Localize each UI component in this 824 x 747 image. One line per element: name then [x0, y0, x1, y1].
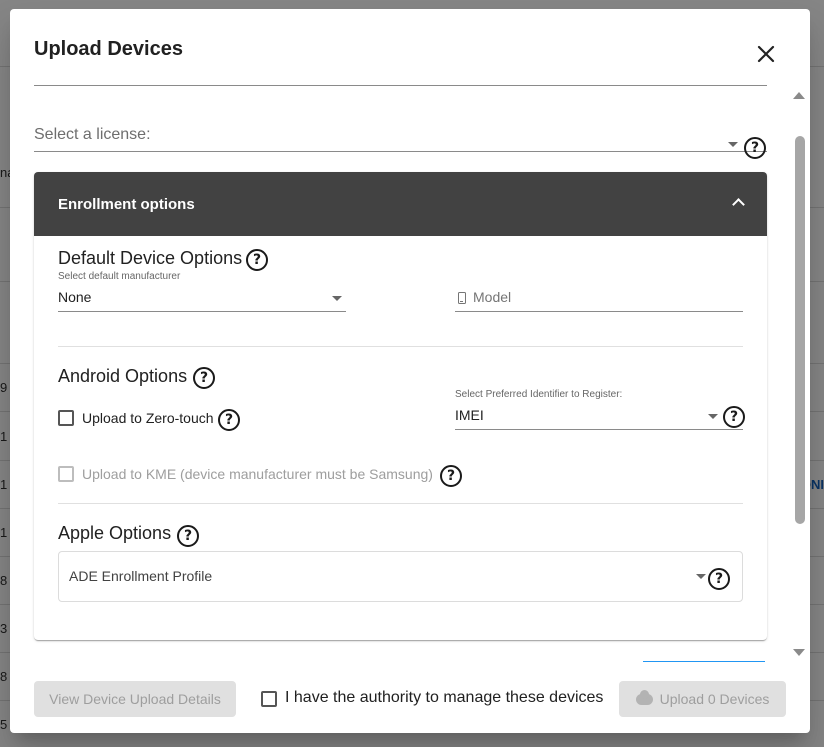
zero-touch-label[interactable]: Upload to Zero-touch: [82, 410, 214, 426]
help-circle-icon[interactable]: ?: [723, 406, 745, 428]
chevron-down-icon: [708, 414, 718, 419]
identifier-label: Select Preferred Identifier to Register:: [455, 389, 623, 400]
scroll-down-arrow[interactable]: [793, 649, 805, 656]
close-icon: [757, 45, 775, 63]
view-device-upload-details-button[interactable]: View Device Upload Details: [34, 681, 236, 717]
partially-hidden-element: [643, 661, 765, 664]
enrollment-options-header[interactable]: Enrollment options: [34, 172, 767, 236]
section-divider: [58, 346, 743, 347]
phone-icon: [458, 292, 466, 304]
dialog-title: Upload Devices: [34, 38, 183, 60]
chevron-down-icon: [332, 296, 342, 301]
kme-label: Upload to KME (device manufacturer must …: [82, 466, 433, 482]
help-circle-icon[interactable]: ?: [708, 568, 730, 590]
identifier-value: IMEI: [455, 407, 484, 423]
cloud-upload-icon: [635, 690, 653, 705]
identifier-underline: [455, 429, 743, 430]
authority-label[interactable]: I have the authority to manage these dev…: [285, 689, 603, 707]
upload-devices-button[interactable]: Upload 0 Devices: [619, 681, 786, 717]
android-options-title: Android Options: [58, 366, 188, 386]
help-circle-icon[interactable]: ?: [218, 409, 240, 431]
license-label: Select a license:: [34, 126, 151, 143]
close-button[interactable]: [754, 42, 778, 66]
help-circle-icon[interactable]: ?: [177, 525, 199, 547]
license-underline: [34, 151, 767, 152]
section-divider: [58, 503, 743, 504]
upload-devices-dialog: Upload Devices Select a license: ? Enrol…: [10, 9, 810, 733]
manufacturer-value: None: [58, 289, 92, 305]
ade-profile-select[interactable]: ADE Enrollment Profile: [58, 551, 743, 602]
apple-options-title: Apple Options: [58, 523, 172, 543]
ade-placeholder: ADE Enrollment Profile: [69, 568, 213, 584]
default-device-options-title: Default Device Options: [58, 248, 243, 268]
help-circle-icon[interactable]: ?: [193, 367, 215, 389]
help-circle-icon[interactable]: ?: [246, 249, 268, 271]
chevron-down-icon: [696, 574, 706, 579]
chevron-up-icon: [732, 198, 745, 211]
chevron-down-icon: [728, 142, 738, 147]
authority-checkbox[interactable]: [261, 691, 277, 707]
manufacturer-label: Select default manufacturer: [58, 271, 181, 282]
upload-button-label: Upload 0 Devices: [659, 691, 770, 707]
help-circle-icon[interactable]: ?: [440, 465, 462, 487]
kme-checkbox: [58, 466, 74, 482]
model-underline: [455, 311, 743, 312]
model-placeholder: Model: [473, 289, 512, 305]
scrollbar-thumb[interactable]: [795, 136, 805, 524]
title-divider: [34, 85, 767, 86]
help-circle-icon[interactable]: ?: [744, 137, 766, 159]
manufacturer-underline: [58, 311, 346, 312]
scroll-up-arrow[interactable]: [793, 92, 805, 99]
panel-title: Enrollment options: [58, 196, 195, 213]
zero-touch-checkbox[interactable]: [58, 410, 74, 426]
